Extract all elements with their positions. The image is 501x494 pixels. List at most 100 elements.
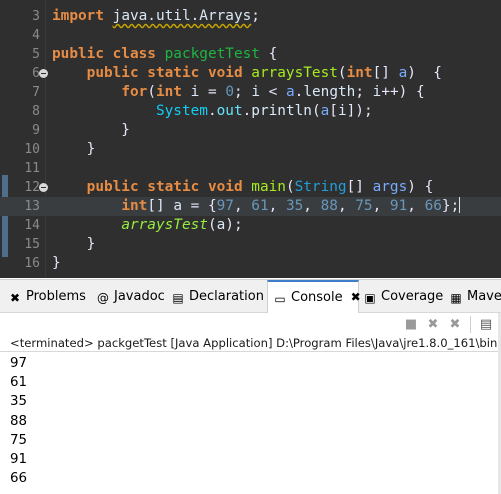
code-line[interactable]: 12 public static void main(String[] args… — [0, 178, 501, 197]
collapse-fold-icon[interactable] — [39, 69, 48, 78]
code-token: a — [285, 84, 295, 100]
code-token: [] — [372, 65, 399, 81]
code-token: public static void — [86, 179, 252, 195]
code-token: }; — [441, 198, 460, 214]
code-line[interactable]: 9 } — [0, 121, 501, 140]
line-number: 10 — [24, 142, 40, 157]
code-text: public static void main(String[] args) { — [52, 178, 434, 197]
line-number: 16 — [24, 256, 40, 271]
line-number: 9 — [32, 123, 40, 138]
code-line[interactable]: 11 — [0, 159, 501, 178]
tab-javadoc[interactable]: @ Javadoc — [96, 280, 165, 313]
code-token: public class — [52, 46, 165, 62]
close-tab-icon[interactable]: ✖ — [351, 290, 361, 304]
code-token: 88 — [320, 198, 338, 214]
code-line[interactable]: 3 import java.util.Arrays; — [0, 7, 501, 26]
tab-label: Javadoc — [114, 289, 165, 304]
code-token: public static void — [86, 65, 252, 81]
code-token: packgetTest — [164, 46, 260, 62]
code-line[interactable]: 15 } — [0, 235, 501, 254]
code-text: } — [52, 235, 96, 254]
code-token: ; — [355, 84, 373, 100]
remove-all-icon[interactable]: ✖ — [447, 317, 463, 332]
collapse-fold-icon[interactable] — [39, 183, 48, 192]
code-token: , — [407, 198, 425, 214]
code-text: } — [52, 121, 130, 140]
code-token: i — [337, 103, 347, 119]
console-output-line: 91 — [10, 451, 28, 467]
line-number: 14 — [24, 218, 40, 233]
code-token: , — [233, 198, 252, 214]
tab-declaration[interactable]: ▤ Declaration — [171, 280, 264, 313]
code-token: args — [372, 179, 408, 195]
code-token: 61 — [251, 198, 269, 214]
clear-console-icon[interactable]: ▤ — [478, 317, 494, 332]
code-token: ++) { — [381, 84, 425, 100]
code-token: a — [398, 65, 408, 81]
code-line[interactable]: 14 arraysTest(a); — [0, 216, 501, 235]
code-token: length — [303, 84, 356, 100]
code-token: ( — [207, 217, 217, 233]
code-token: ]); — [346, 103, 373, 119]
console-output-line: 88 — [10, 413, 28, 429]
view-tab-bar: ✖ Problems @ Javadoc ▤ Declaration ▭ Console ✖ ▣ C… — [0, 279, 501, 313]
terminate-icon[interactable]: ■ — [403, 317, 419, 332]
code-text: public static void arraysTest(int[] a) { — [52, 64, 442, 83]
code-line[interactable]: 4 — [0, 26, 501, 45]
code-token: arraysTest — [251, 65, 338, 81]
tab-problems[interactable]: ✖ Problems — [8, 280, 86, 313]
tab-mave[interactable]: ▦ Mave — [449, 280, 501, 313]
code-token: } — [52, 236, 96, 252]
code-line[interactable]: 6 public static void arraysTest(int[] a)… — [0, 64, 501, 83]
code-token: } — [52, 255, 61, 271]
code-token: int — [121, 198, 148, 214]
tab-label: Coverage — [381, 289, 444, 304]
javadoc-icon: @ — [97, 291, 109, 305]
code-token: [] — [346, 179, 373, 195]
console-output-line: 66 — [10, 471, 28, 487]
code-token: . — [207, 103, 217, 119]
code-line[interactable]: 16} — [0, 254, 501, 273]
code-editor[interactable]: 3 import java.util.Arrays; 4 5 public class … — [0, 0, 501, 278]
code-token: ( — [311, 103, 321, 119]
code-line[interactable]: 5 public class packgetTest { — [0, 45, 501, 64]
console-output-line: 97 — [10, 356, 28, 371]
code-text: for(int i = 0; i < a.length; i++) { — [52, 83, 425, 102]
code-token: 91 — [389, 198, 408, 214]
console-output[interactable]: 97 61 35 88 75 91 66 — [10, 354, 490, 488]
code-token: ) { — [407, 65, 442, 81]
code-token: 97 — [216, 198, 234, 214]
line-number: 6 — [32, 66, 40, 81]
remove-launch-icon[interactable]: ✖ — [425, 317, 441, 332]
code-token: 75 — [355, 198, 373, 214]
code-token: ); — [225, 217, 243, 233]
code-token: , — [372, 198, 390, 214]
code-token: = — [199, 84, 226, 100]
code-line[interactable]: 13 int[] a = {97, 61, 35, 88, 75, 91, 66… — [0, 197, 501, 216]
tab-console[interactable]: ▭ Console ✖ — [267, 280, 361, 313]
line-number: 11 — [24, 161, 40, 176]
code-token: for — [121, 84, 148, 100]
code-token: { — [259, 46, 278, 62]
code-token: ( — [285, 179, 295, 195]
code-line[interactable]: 10 } — [0, 140, 501, 159]
line-number: 8 — [32, 104, 40, 119]
code-token: java.util.Arrays — [112, 8, 252, 24]
code-text: int[] a = {97, 61, 35, 88, 75, 91, 66}; — [52, 197, 461, 216]
code-line[interactable]: 8 System.out.println(a[i]); — [0, 102, 501, 121]
console-output-line: 61 — [10, 375, 28, 391]
code-token: i — [251, 84, 260, 100]
code-token: . — [242, 103, 252, 119]
tab-label: Declaration — [189, 289, 264, 304]
code-token: a — [216, 217, 226, 233]
code-text: } — [52, 254, 61, 273]
code-line[interactable]: 7 for(int i = 0; i < a.length; i++) { — [0, 83, 501, 102]
code-token: i — [372, 84, 382, 100]
line-number: 12 — [24, 180, 40, 195]
code-token: int — [155, 84, 191, 100]
tab-coverage[interactable]: ▣ Coverage — [363, 280, 443, 313]
code-token: , — [268, 198, 286, 214]
